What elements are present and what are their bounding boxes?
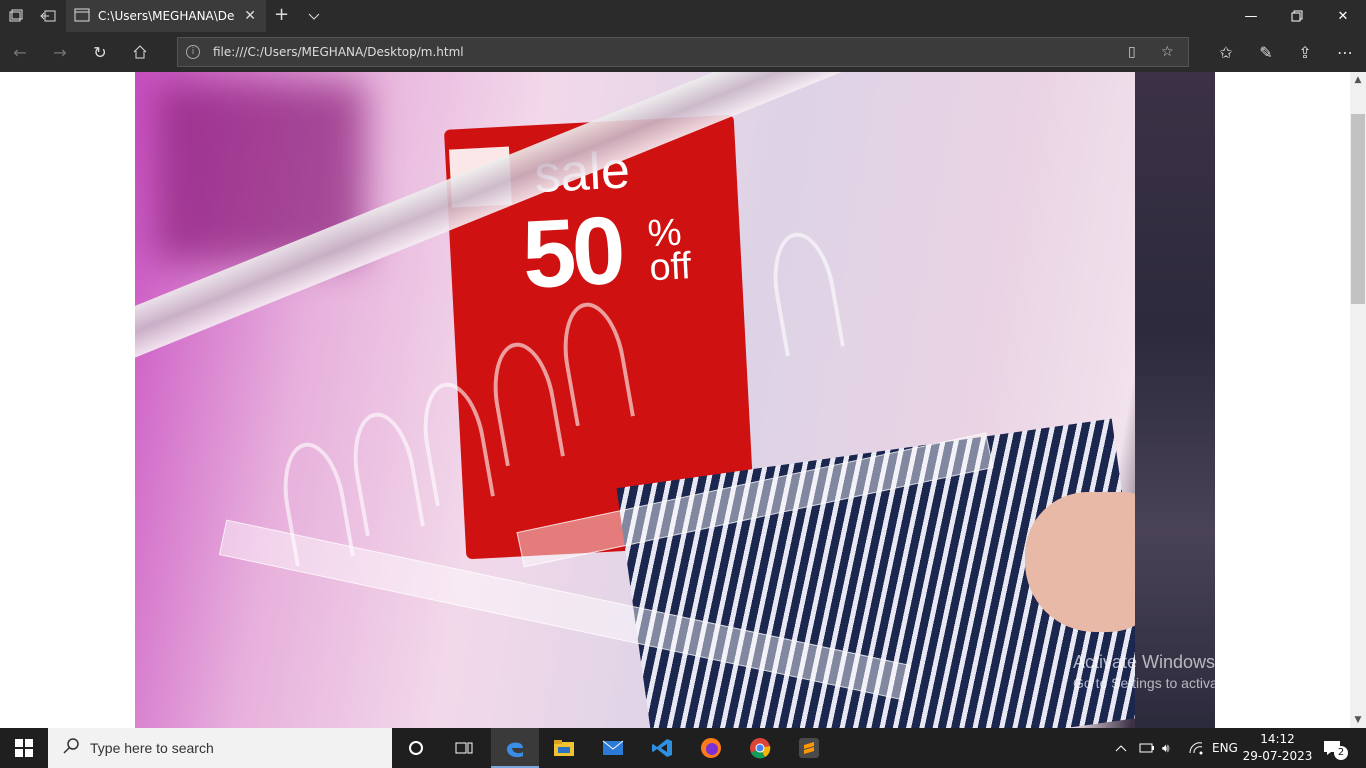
sublime-icon	[799, 738, 819, 758]
title-bar: C:\Users\MEGHANA\De ✕ + — ✕	[0, 0, 1366, 32]
cortana-icon	[409, 741, 423, 755]
sale-photo: sale 50 % off	[135, 72, 1215, 728]
address-bar[interactable]: i file:///C:/Users/MEGHANA/Desktop/m.htm…	[177, 37, 1189, 67]
tab-current[interactable]: C:\Users\MEGHANA\De ✕	[66, 0, 266, 32]
task-view-button[interactable]	[440, 728, 488, 768]
volume-icon[interactable]: 🔊︎	[1162, 728, 1170, 768]
edge-icon	[507, 742, 523, 758]
hanger	[345, 407, 425, 537]
forward-button[interactable]: →	[48, 40, 72, 64]
page-icon	[74, 7, 90, 26]
search-icon	[62, 737, 80, 759]
chrome-icon	[750, 738, 771, 759]
start-button[interactable]	[0, 728, 48, 768]
add-favorite-icon[interactable]: ☆	[1161, 44, 1174, 60]
refresh-button[interactable]: ↻	[88, 40, 112, 64]
folder-icon	[554, 740, 574, 756]
search-placeholder: Type here to search	[90, 740, 214, 756]
sign-off: off	[648, 245, 693, 290]
watermark-line1: Activate Windows	[1073, 652, 1216, 672]
tab-title: C:\Users\MEGHANA\De	[98, 9, 235, 23]
task-view-icon	[455, 742, 473, 754]
clock-time: 14:12	[1260, 732, 1295, 746]
scroll-up-icon[interactable]: ▲	[1350, 72, 1366, 88]
hanger	[765, 227, 845, 357]
chrome-app[interactable]	[736, 728, 784, 768]
home-button[interactable]	[128, 40, 152, 64]
battery-icon[interactable]	[1139, 728, 1155, 768]
new-tab-icon[interactable]: +	[274, 4, 290, 25]
chevron-up-icon	[1115, 745, 1127, 752]
action-center-button[interactable]: 2	[1322, 728, 1348, 768]
vscode-app[interactable]	[638, 728, 686, 768]
notification-count: 2	[1334, 746, 1348, 760]
windows-icon	[15, 739, 33, 757]
watermark-line2: Go to Settings to activate Windows.	[1073, 675, 1294, 691]
wifi-icon[interactable]	[1188, 728, 1204, 768]
edge-app[interactable]	[491, 728, 539, 768]
activate-windows-watermark: Activate Windows Go to Settings to activ…	[1073, 652, 1294, 691]
set-tabs-aside-icon[interactable]	[40, 8, 56, 24]
address-url[interactable]: file:///C:/Users/MEGHANA/Desktop/m.html	[213, 45, 464, 59]
firefox-app[interactable]	[687, 728, 735, 768]
scroll-down-icon[interactable]: ▼	[1350, 712, 1366, 728]
clock-date: 29-07-2023	[1242, 749, 1313, 763]
cortana-button[interactable]	[392, 728, 440, 768]
language-indicator[interactable]: ENG	[1212, 728, 1238, 768]
info-icon[interactable]: i	[186, 45, 200, 59]
sublime-text-app[interactable]	[785, 728, 833, 768]
page-content: sale 50 % off	[0, 72, 1350, 728]
tab-actions-icon[interactable]	[8, 8, 24, 24]
share-icon[interactable]: ⇪	[1293, 40, 1317, 64]
restore-button[interactable]	[1274, 0, 1320, 32]
firefox-icon	[701, 738, 721, 758]
more-icon[interactable]: ⋯	[1333, 40, 1357, 64]
close-window-button[interactable]: ✕	[1320, 0, 1366, 32]
favorites-icon[interactable]: ✩	[1214, 40, 1238, 64]
photo-dark-edge	[1135, 72, 1215, 728]
back-button[interactable]: ←	[8, 40, 32, 64]
pen-icon[interactable]: ✎	[1254, 40, 1278, 64]
close-tab-icon[interactable]: ✕	[244, 8, 256, 24]
scrollbar-thumb[interactable]	[1351, 114, 1365, 304]
clock[interactable]: 14:12 29-07-2023	[1240, 731, 1315, 765]
chevron-down-icon[interactable]	[307, 8, 323, 24]
sign-percent-off: % off	[647, 212, 692, 290]
taskbar-search[interactable]: Type here to search	[48, 728, 392, 768]
mail-app[interactable]	[589, 728, 637, 768]
file-explorer-app[interactable]	[540, 728, 588, 768]
taskbar: Type here to search 🔊︎ ENG 14:12 29-07-2…	[0, 728, 1366, 768]
vscode-icon	[652, 739, 672, 757]
minimize-button[interactable]: —	[1228, 0, 1274, 32]
sign-number: 50	[519, 196, 625, 309]
reading-view-icon[interactable]: ▯	[1128, 44, 1136, 60]
mail-icon	[602, 740, 624, 755]
show-hidden-icons[interactable]	[1114, 728, 1128, 768]
